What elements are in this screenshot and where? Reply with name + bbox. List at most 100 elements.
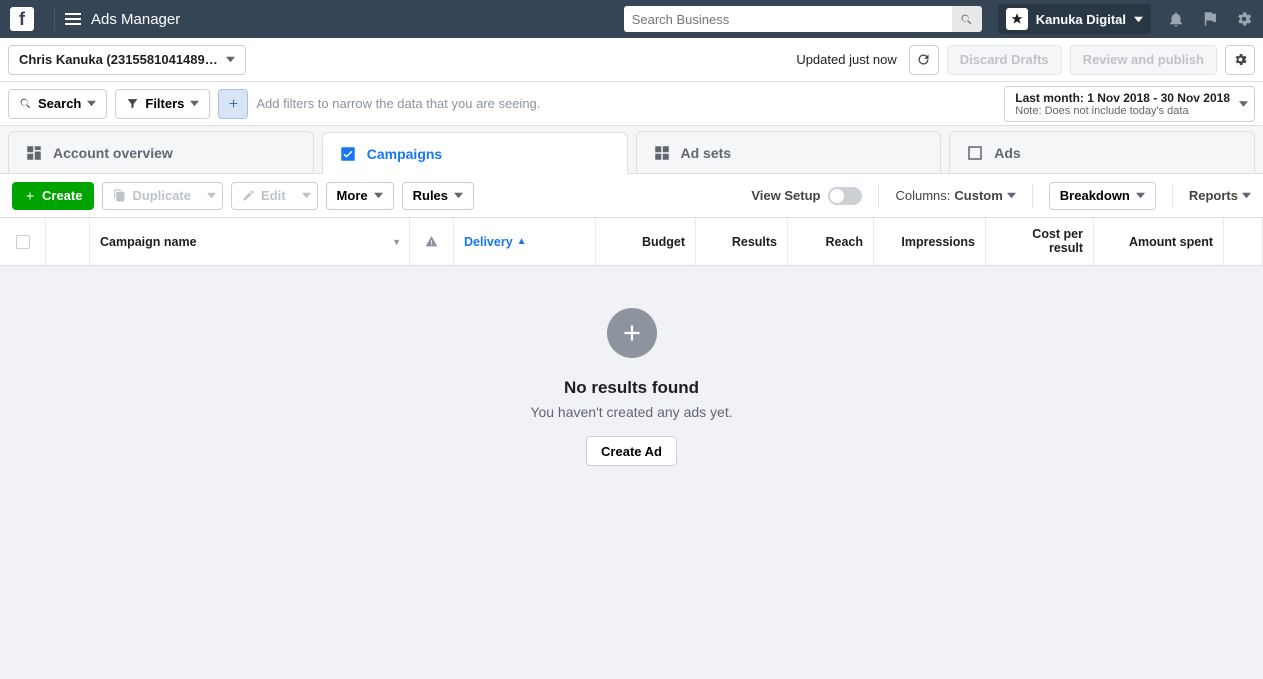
business-avatar — [1006, 8, 1028, 30]
th-delivery[interactable]: Delivery ▲ — [454, 218, 596, 265]
search-icon — [960, 13, 973, 26]
columns-value: Custom — [954, 188, 1002, 203]
date-range-note: Note: Does not include today's data — [1015, 105, 1230, 117]
chevron-down-icon — [302, 188, 311, 203]
duplicate-label: Duplicate — [132, 188, 191, 203]
pencil-icon — [242, 189, 255, 202]
filters-dropdown[interactable]: Filters — [115, 89, 210, 119]
bell-icon[interactable] — [1167, 10, 1185, 28]
th-label: Cost per result — [996, 228, 1083, 256]
empty-subtitle: You haven't created any ads yet. — [530, 404, 732, 420]
more-label: More — [337, 188, 368, 203]
plus-icon — [24, 190, 36, 202]
add-filter-button[interactable] — [218, 89, 248, 119]
review-publish-button[interactable]: Review and publish — [1070, 45, 1217, 75]
refresh-button[interactable] — [909, 45, 939, 75]
discard-drafts-button[interactable]: Discard Drafts — [947, 45, 1062, 75]
chevron-down-icon — [454, 188, 463, 203]
th-reach[interactable]: Reach — [788, 218, 874, 265]
filter-icon — [126, 97, 139, 110]
updated-text: Updated just now — [796, 52, 896, 67]
chevron-down-icon: ▼ — [392, 237, 401, 247]
chevron-down-icon — [1239, 96, 1248, 111]
view-setup-toggle[interactable] — [828, 187, 862, 205]
rules-dropdown[interactable]: Rules — [402, 182, 474, 210]
account-bar: Chris Kanuka (2315581041489… Updated jus… — [0, 38, 1263, 82]
refresh-icon — [916, 52, 931, 67]
divider — [1172, 184, 1173, 208]
tab-account-overview[interactable]: Account overview — [8, 131, 314, 173]
edit-group: Edit — [231, 182, 318, 210]
filter-bar: Search Filters Add filters to narrow the… — [0, 82, 1263, 126]
duplicate-group: Duplicate — [102, 182, 223, 210]
th-impressions[interactable]: Impressions — [874, 218, 986, 265]
tab-label: Account overview — [53, 145, 173, 161]
chevron-down-icon — [190, 96, 199, 111]
th-label: Campaign name — [100, 235, 197, 249]
business-switcher[interactable]: Kanuka Digital — [998, 4, 1151, 34]
global-search — [624, 6, 982, 32]
th-warning — [410, 218, 454, 265]
th-campaign-name[interactable]: Campaign name ▼ — [90, 218, 410, 265]
chevron-down-icon — [1242, 188, 1251, 203]
level-tabs: Account overview Campaigns Ad sets Ads — [0, 126, 1263, 174]
chevron-down-icon — [87, 96, 96, 111]
breakdown-dropdown[interactable]: Breakdown — [1049, 182, 1156, 210]
th-trailing — [1224, 218, 1263, 265]
th-label: Budget — [642, 235, 685, 249]
th-toggle — [46, 218, 90, 265]
facebook-logo[interactable]: f — [10, 7, 34, 31]
duplicate-icon — [113, 189, 126, 202]
reports-dropdown[interactable]: Reports — [1189, 188, 1251, 203]
filters-dropdown-label: Filters — [145, 96, 184, 111]
view-setup-label: View Setup — [751, 188, 820, 203]
star-icon — [1010, 12, 1024, 26]
search-dropdown-label: Search — [38, 96, 81, 111]
create-button-label: Create — [42, 188, 82, 203]
campaigns-icon — [339, 145, 357, 163]
th-checkbox[interactable] — [0, 218, 46, 265]
topbar: f Ads Manager Kanuka Digital — [0, 0, 1263, 38]
th-cost-per-result[interactable]: Cost per result — [986, 218, 1094, 265]
tab-label: Campaigns — [367, 146, 442, 162]
empty-state: No results found You haven't created any… — [0, 266, 1263, 679]
settings-button[interactable] — [1225, 45, 1255, 75]
th-amount-spent[interactable]: Amount spent — [1094, 218, 1224, 265]
edit-label: Edit — [261, 188, 286, 203]
flag-icon[interactable] — [1201, 10, 1219, 28]
th-label: Impressions — [901, 235, 975, 249]
plus-icon — [227, 97, 240, 110]
date-range-picker[interactable]: Last month: 1 Nov 2018 - 30 Nov 2018 Not… — [1004, 86, 1255, 122]
columns-dropdown[interactable]: Columns: Custom — [895, 188, 1015, 203]
th-results[interactable]: Results — [696, 218, 788, 265]
duplicate-caret[interactable] — [201, 182, 223, 210]
tab-label: Ad sets — [681, 145, 732, 161]
divider — [878, 184, 879, 208]
search-dropdown[interactable]: Search — [8, 89, 107, 119]
search-input[interactable] — [624, 6, 952, 32]
tab-ad-sets[interactable]: Ad sets — [636, 131, 942, 173]
chevron-down-icon — [1134, 12, 1143, 27]
th-label: Delivery — [464, 235, 513, 249]
select-all-checkbox[interactable] — [16, 235, 30, 249]
edit-button[interactable]: Edit — [231, 182, 296, 210]
search-button[interactable] — [952, 6, 982, 32]
divider — [1032, 184, 1033, 208]
breakdown-label: Breakdown — [1060, 188, 1130, 203]
more-dropdown[interactable]: More — [326, 182, 394, 210]
th-label: Amount spent — [1129, 235, 1213, 249]
divider — [54, 7, 55, 31]
tab-ads[interactable]: Ads — [949, 131, 1255, 173]
view-setup-toggle-group: View Setup — [751, 187, 862, 205]
th-budget[interactable]: Budget — [596, 218, 696, 265]
edit-caret[interactable] — [296, 182, 318, 210]
menu-icon[interactable] — [65, 13, 81, 25]
ad-account-selector[interactable]: Chris Kanuka (2315581041489… — [8, 45, 246, 75]
create-button[interactable]: Create — [12, 182, 94, 210]
tab-campaigns[interactable]: Campaigns — [322, 132, 628, 174]
duplicate-button[interactable]: Duplicate — [102, 182, 201, 210]
gear-icon[interactable] — [1235, 10, 1253, 28]
create-ad-button[interactable]: Create Ad — [586, 436, 677, 466]
chevron-down-icon — [374, 188, 383, 203]
chevron-down-icon — [207, 188, 216, 203]
